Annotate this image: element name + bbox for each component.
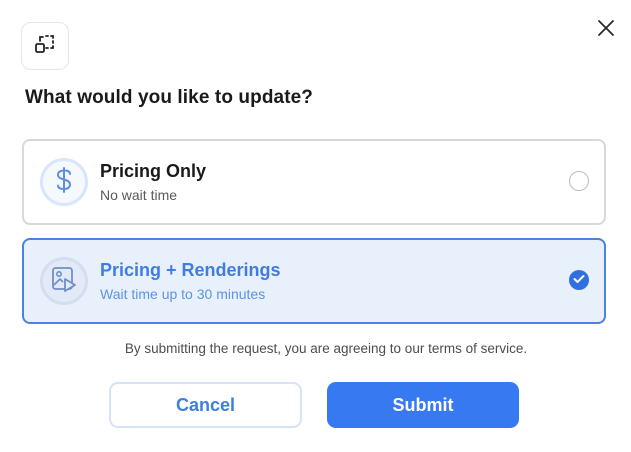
option-subtitle: Wait time up to 30 minutes bbox=[100, 286, 266, 302]
option-pricing-renderings[interactable]: Pricing + Renderings Wait time up to 30 … bbox=[22, 238, 606, 324]
radio-unselected[interactable] bbox=[569, 171, 589, 191]
checkmark-icon bbox=[573, 271, 585, 289]
close-icon bbox=[597, 19, 615, 42]
update-dialog: What would you like to update? Pricing O… bbox=[0, 0, 631, 452]
option-pricing-only[interactable]: Pricing Only No wait time bbox=[22, 139, 606, 225]
option-subtitle: No wait time bbox=[100, 187, 178, 203]
option-title: Pricing Only bbox=[100, 161, 207, 181]
option-icon-circle bbox=[40, 158, 88, 206]
dialog-title: What would you like to update? bbox=[25, 87, 313, 108]
terms-text: By submitting the request, you are agree… bbox=[124, 341, 528, 356]
radio-selected[interactable] bbox=[569, 270, 589, 290]
dollar-icon bbox=[52, 166, 76, 199]
expand-frame-icon bbox=[34, 33, 56, 60]
cancel-button[interactable]: Cancel bbox=[109, 382, 302, 428]
close-button[interactable] bbox=[592, 16, 620, 44]
option-title: Pricing + Renderings bbox=[100, 260, 281, 280]
image-play-icon bbox=[51, 266, 77, 297]
submit-button[interactable]: Submit bbox=[327, 382, 519, 428]
app-icon-box bbox=[21, 22, 69, 70]
option-icon-circle bbox=[40, 257, 88, 305]
